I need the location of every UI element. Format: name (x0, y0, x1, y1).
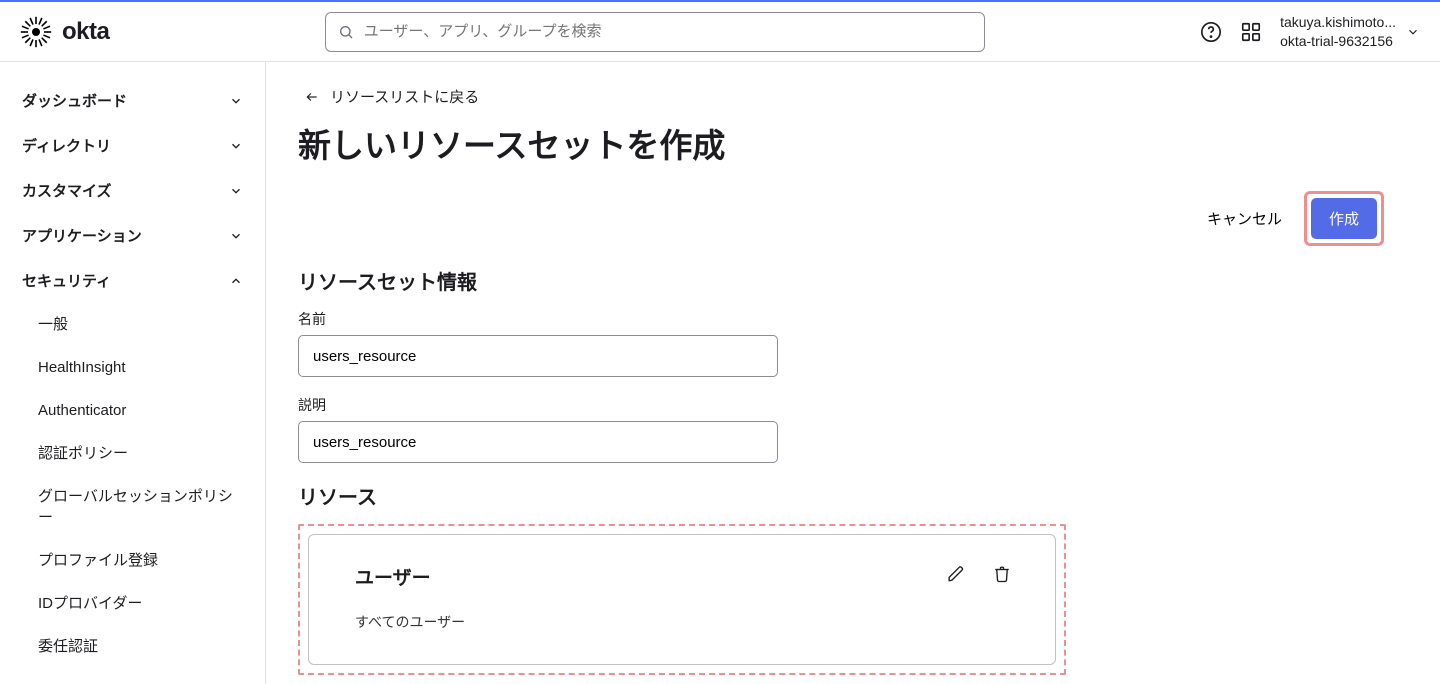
desc-label: 説明 (298, 395, 1384, 415)
page-title: 新しいリソースセットを作成 (298, 119, 1384, 167)
okta-sunburst-icon (20, 16, 52, 48)
sidebar-sub-auth-policy[interactable]: 認証ポリシー (10, 432, 255, 475)
sidebar-sub-id-provider[interactable]: IDプロバイダー (10, 582, 255, 625)
create-button-highlight: 作成 (1304, 191, 1384, 246)
sidebar-item-security[interactable]: セキュリティ (10, 258, 255, 303)
sidebar-nav: ダッシュボード ディレクトリ カスタマイズ アプリケーション セキュリティ 一般… (0, 62, 266, 684)
cancel-button[interactable]: キャンセル (1197, 200, 1292, 237)
resource-card: ユーザー すべてのユーザー (308, 534, 1056, 665)
chevron-up-icon (229, 274, 243, 288)
create-button[interactable]: 作成 (1311, 198, 1377, 239)
sidebar-item-label: ダッシュボード (22, 90, 127, 111)
sidebar-item-directory[interactable]: ディレクトリ (10, 123, 255, 168)
sidebar-sub-authenticator[interactable]: Authenticator (10, 389, 255, 432)
chevron-down-icon (229, 229, 243, 243)
delete-resource-button[interactable] (993, 565, 1011, 583)
search-icon (338, 24, 354, 40)
resource-card-highlight: ユーザー すべてのユーザー (298, 524, 1066, 675)
user-name: takuya.kishimoto... (1280, 13, 1396, 31)
sidebar-sub-general[interactable]: 一般 (10, 303, 255, 346)
trash-icon (993, 565, 1011, 583)
pencil-icon (947, 565, 965, 583)
arrow-left-icon (304, 90, 320, 104)
resource-card-title: ユーザー (355, 563, 1009, 590)
chevron-down-icon (1406, 25, 1420, 39)
sidebar-item-dashboard[interactable]: ダッシュボード (10, 78, 255, 123)
sidebar-item-label: アプリケーション (22, 225, 142, 246)
search-input[interactable] (364, 23, 972, 40)
sidebar-item-label: カスタマイズ (22, 180, 112, 201)
chevron-down-icon (229, 94, 243, 108)
back-link[interactable]: リソースリストに戻る (304, 86, 479, 107)
name-label: 名前 (298, 309, 1384, 329)
chevron-down-icon (229, 139, 243, 153)
chevron-down-icon (229, 184, 243, 198)
sidebar-sub-global-session[interactable]: グローバルセッションポリシー (10, 475, 255, 539)
brand-name: okta (62, 18, 109, 46)
help-icon[interactable] (1200, 21, 1222, 43)
resource-section-title: リソース (298, 481, 1384, 510)
resource-card-desc: すべてのユーザー (355, 612, 1009, 632)
name-input[interactable] (298, 335, 778, 377)
search-box[interactable] (325, 12, 985, 52)
sidebar-sub-profile-enroll[interactable]: プロファイル登録 (10, 539, 255, 582)
sidebar-item-label: セキュリティ (22, 270, 111, 291)
sidebar-item-applications[interactable]: アプリケーション (10, 213, 255, 258)
sidebar-item-label: ディレクトリ (22, 135, 111, 156)
user-menu[interactable]: takuya.kishimoto... okta-trial-9632156 (1280, 13, 1420, 49)
top-header: okta takuya.kishimoto... okta-trial-9632… (0, 2, 1440, 62)
sidebar-sub-delegated-auth[interactable]: 委任認証 (10, 625, 255, 668)
back-link-label: リソースリストに戻る (330, 86, 479, 107)
sidebar-sub-healthinsight[interactable]: HealthInsight (10, 346, 255, 389)
sidebar-item-customize[interactable]: カスタマイズ (10, 168, 255, 213)
info-section-title: リソースセット情報 (298, 266, 1384, 295)
main-content: リソースリストに戻る 新しいリソースセットを作成 キャンセル 作成 リソースセッ… (266, 62, 1440, 684)
apps-grid-icon[interactable] (1240, 21, 1262, 43)
edit-resource-button[interactable] (947, 565, 965, 583)
user-org: okta-trial-9632156 (1280, 32, 1396, 50)
brand-logo[interactable]: okta (20, 16, 109, 48)
desc-input[interactable] (298, 421, 778, 463)
